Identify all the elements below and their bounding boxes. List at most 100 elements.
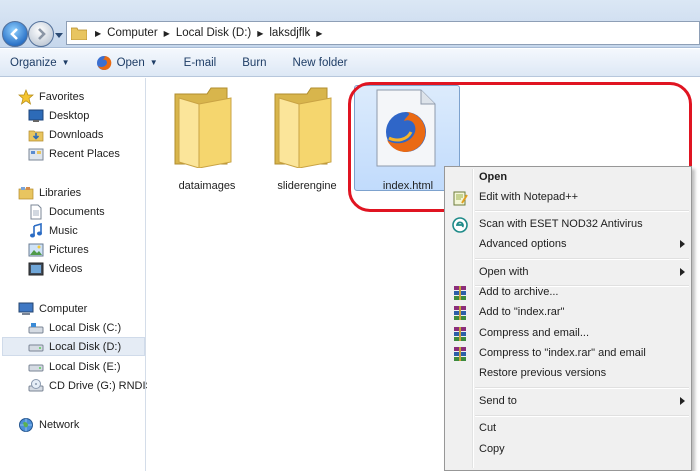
winrar-icon	[454, 347, 466, 361]
menu-separator	[475, 415, 689, 417]
back-arrow-icon	[10, 28, 18, 40]
breadcrumb-arrow-icon[interactable]: ▶	[164, 29, 170, 38]
nav-documents-label: Documents	[49, 205, 105, 218]
nav-libraries[interactable]: Libraries	[18, 183, 81, 202]
notepad-plus-plus-icon	[453, 191, 468, 206]
burn-label: Burn	[242, 56, 267, 69]
submenu-arrow-icon	[680, 268, 685, 276]
command-bar: Organize ▼ Open ▼ E-mail Burn New folder	[0, 49, 700, 77]
menu-item-send-to[interactable]: Send to	[447, 392, 691, 412]
chevron-down-icon: ▼	[149, 58, 158, 67]
submenu-arrow-icon	[680, 397, 685, 405]
nav-desktop[interactable]: Desktop	[28, 106, 89, 125]
winrar-icon	[454, 286, 466, 300]
folder-icon	[174, 87, 232, 168]
menu-item-edit-notepad[interactable]: Edit with Notepad++	[447, 188, 691, 208]
winrar-icon	[454, 306, 466, 320]
star-icon	[18, 88, 34, 105]
nav-videos[interactable]: Videos	[28, 259, 82, 278]
nav-videos-label: Videos	[49, 262, 83, 275]
menu-separator	[475, 210, 689, 212]
breadcrumb-folder[interactable]: laksdjflk	[269, 27, 310, 39]
menu-separator	[475, 387, 689, 389]
nav-local-disk-e[interactable]: Local Disk (E:)	[28, 357, 121, 376]
breadcrumb-arrow-icon[interactable]: ▶	[257, 29, 263, 38]
new-folder-button[interactable]: New folder	[293, 57, 348, 69]
breadcrumb-arrow-icon[interactable]: ▶	[95, 29, 101, 38]
breadcrumb-local-disk-d[interactable]: Local Disk (D:)	[176, 27, 251, 39]
eset-icon	[452, 217, 468, 233]
nav-local-disk-c[interactable]: Local Disk (C:)	[28, 318, 121, 337]
cd-drive-icon	[28, 378, 44, 391]
drive-icon	[28, 344, 44, 351]
nav-local-disk-c-label: Local Disk (C:)	[49, 321, 122, 334]
nav-downloads-label: Downloads	[49, 128, 104, 141]
context-menu: Open Edit with Notepad++ Scan with ESET …	[444, 166, 692, 471]
menu-item-compress-email[interactable]: Compress and email...	[447, 324, 691, 344]
nav-computer[interactable]: Computer	[18, 299, 87, 318]
menu-item-open-with[interactable]: Open with	[447, 263, 691, 283]
file-name: sliderengine	[277, 180, 337, 192]
nav-music[interactable]: Music	[28, 221, 78, 240]
nav-cd-drive-g-label: CD Drive (G:) RNDIS	[49, 379, 153, 392]
menu-item-label: Edit with Notepad++	[479, 191, 579, 203]
menu-item-restore-previous[interactable]: Restore previous versions	[447, 364, 691, 384]
nav-pictures-label: Pictures	[49, 243, 89, 256]
pictures-icon	[28, 243, 44, 256]
forward-button[interactable]	[28, 21, 54, 47]
address-bar: ▶ Computer ▶ Local Disk (D:) ▶ laksdjflk…	[0, 0, 700, 48]
breadcrumb-computer[interactable]: Computer	[107, 27, 158, 39]
forward-arrow-icon	[38, 28, 46, 40]
menu-item-open[interactable]: Open	[447, 168, 691, 188]
nav-pictures[interactable]: Pictures	[28, 240, 89, 259]
menu-item-compress-rar-email[interactable]: Compress to "index.rar" and email	[447, 344, 691, 364]
recent-places-icon	[28, 148, 44, 160]
folder-item[interactable]: dataimages	[167, 84, 247, 194]
back-button[interactable]	[2, 21, 28, 47]
menu-item-eset-scan[interactable]: Scan with ESET NOD32 Antivirus	[447, 215, 691, 235]
winrar-icon	[454, 327, 466, 341]
menu-item-add-to-archive[interactable]: Add to archive...	[447, 283, 691, 303]
music-icon	[30, 222, 42, 237]
burn-button[interactable]: Burn	[242, 57, 266, 69]
menu-item-label: Open with	[479, 266, 529, 278]
nav-favorites[interactable]: Favorites	[18, 87, 84, 106]
folder-item[interactable]: sliderengine	[267, 84, 347, 194]
menu-item-label: Open	[479, 171, 508, 183]
organize-button[interactable]: Organize ▼	[10, 57, 70, 69]
nav-network[interactable]: Network	[18, 415, 79, 434]
file-name: dataimages	[178, 180, 236, 192]
nav-cd-drive-g[interactable]: CD Drive (G:) RNDIS	[28, 376, 153, 395]
menu-item-label: Compress and email...	[479, 327, 590, 339]
drive-icon	[28, 364, 44, 371]
chevron-down-icon: ▼	[61, 58, 70, 67]
nav-favorites-label: Favorites	[39, 90, 85, 103]
history-dropdown-icon[interactable]	[55, 31, 63, 39]
nav-documents[interactable]: Documents	[28, 202, 105, 221]
menu-item-cut[interactable]: Cut	[447, 419, 691, 439]
menu-item-advanced-options[interactable]: Advanced options	[447, 235, 691, 255]
open-button[interactable]: Open ▼	[96, 55, 158, 71]
videos-icon	[28, 262, 44, 275]
menu-item-label: Add to "index.rar"	[479, 306, 565, 318]
menu-item-copy[interactable]: Copy	[447, 440, 691, 460]
menu-item-add-to-rar[interactable]: Add to "index.rar"	[447, 303, 691, 323]
breadcrumb-arrow-icon[interactable]: ▶	[316, 29, 322, 38]
network-icon	[19, 417, 33, 432]
address-path[interactable]: ▶ Computer ▶ Local Disk (D:) ▶ laksdjflk…	[66, 21, 700, 45]
nav-local-disk-d[interactable]: Local Disk (D:)	[2, 337, 145, 356]
menu-item-label: Compress to "index.rar" and email	[479, 347, 646, 359]
nav-network-label: Network	[39, 418, 80, 431]
breadcrumb: ▶ Computer ▶ Local Disk (D:) ▶ laksdjflk…	[89, 27, 328, 39]
submenu-arrow-icon	[680, 240, 685, 248]
email-button[interactable]: E-mail	[184, 57, 217, 69]
nav-local-disk-d-label: Local Disk (D:)	[49, 340, 122, 353]
nav-downloads[interactable]: Downloads	[28, 125, 103, 144]
new-folder-label: New folder	[292, 56, 348, 69]
downloads-icon	[28, 130, 44, 141]
email-label: E-mail	[183, 56, 217, 69]
navigation-pane: Favorites Desktop Downloads Recent Place…	[0, 78, 153, 471]
menu-item-label: Cut	[479, 422, 497, 434]
nav-recent-places[interactable]: Recent Places	[28, 144, 120, 163]
menu-item-label: Restore previous versions	[479, 367, 607, 379]
